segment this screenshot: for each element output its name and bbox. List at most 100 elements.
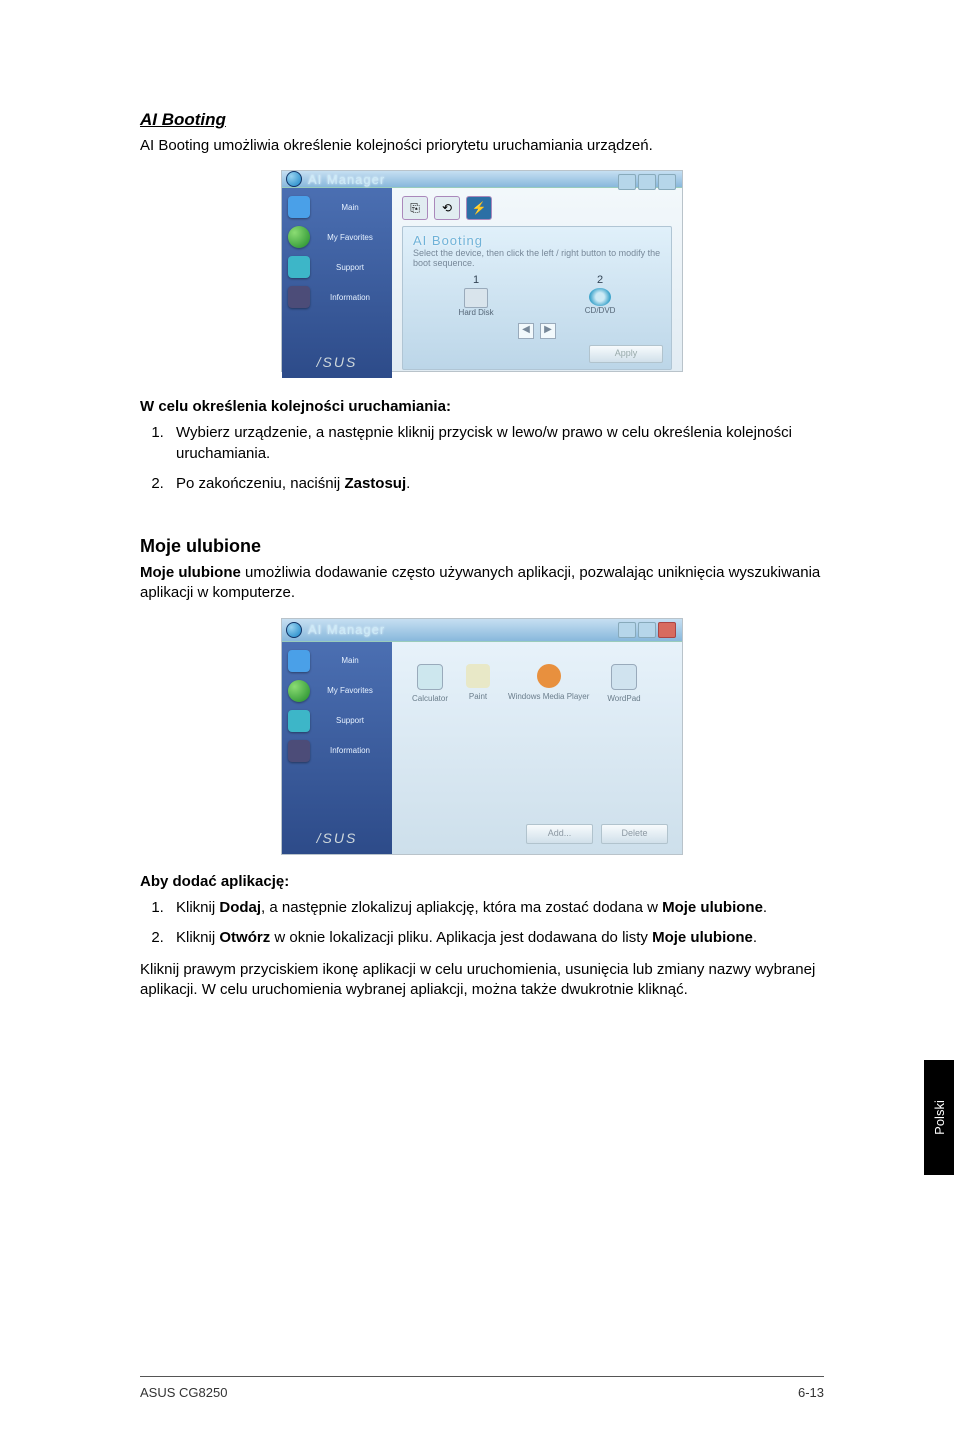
panel-desc: Select the device, then click the left /… (413, 248, 661, 268)
close-icon (658, 622, 676, 638)
app-label-1: Paint (469, 692, 487, 701)
section2-subheading: Aby dodać aplikację: (140, 873, 824, 890)
device-row: 1 Hard Disk 2 CD/DVD (413, 274, 661, 317)
s2-step2-e: . (753, 929, 757, 946)
sidebar-item-information: Information (314, 746, 386, 755)
device-2: 2 CD/DVD (585, 274, 616, 317)
app-label-0: Calculator (412, 694, 448, 703)
harddisk-icon (464, 288, 488, 308)
section2-step2: Kliknij Otwórz w oknie lokalizacji pliku… (168, 928, 824, 948)
language-label: Polski (932, 1100, 947, 1135)
section1-step1: Wybierz urządzenie, a następnie kliknij … (168, 423, 824, 464)
sidebar-info-icon (288, 740, 310, 762)
wordpad-icon (611, 664, 637, 690)
s2-step1-e: . (763, 899, 767, 916)
panel-title: AI Booting (413, 233, 661, 248)
sidebar-item-support: Support (314, 263, 386, 272)
s2-step1-b: Dodaj (219, 899, 261, 916)
media-player-icon (537, 664, 561, 688)
s2-step2-c: w oknie lokalizacji pliku. Aplikacja jes… (270, 929, 652, 946)
delete-button: Delete (601, 824, 668, 844)
sidebar-item-favorites: My Favorites (314, 686, 386, 695)
section2-title: Moje ulubione (140, 536, 824, 557)
sidebar-support-icon (288, 256, 310, 278)
tool-btn-1: ⎘ (402, 196, 428, 220)
sidebar-favorites-icon (288, 680, 310, 702)
figure2-main: Calculator Paint Windows Media Player Wo… (392, 642, 682, 854)
section1-subheading: W celu określenia kolejności uruchamiani… (140, 398, 824, 415)
app-calculator: Calculator (412, 664, 448, 703)
left-arrow-icon: ◀ (518, 323, 534, 339)
figure2-button-row: Add... Delete (526, 824, 668, 844)
device-2-num: 2 (597, 274, 603, 286)
add-button: Add... (526, 824, 593, 844)
minimize-icon (618, 622, 636, 638)
s2-step2-b: Otwórz (219, 929, 270, 946)
figure2-sidebar: Main My Favorites Support Information /S… (282, 642, 392, 854)
s2-step1-d: Moje ulubione (662, 899, 763, 916)
right-arrow-icon: ▶ (540, 323, 556, 339)
pager: ◀ ▶ (413, 323, 661, 339)
page-footer: ASUS CG8250 6-13 (140, 1376, 824, 1400)
app-paint: Paint (466, 664, 490, 703)
device-2-label: CD/DVD (585, 306, 616, 315)
section1-steps: Wybierz urządzenie, a następnie kliknij … (140, 423, 824, 494)
section1-intro: AI Booting umożliwia określenie kolejnoś… (140, 136, 824, 156)
s2-step2-d: Moje ulubione (652, 929, 753, 946)
device-1-label: Hard Disk (459, 308, 494, 317)
app-logo-icon (286, 171, 302, 187)
apply-button: Apply (589, 345, 663, 363)
sidebar-support-icon (288, 710, 310, 732)
s2-step2-a: Kliknij (176, 929, 219, 946)
window-controls (618, 622, 676, 638)
device-1-num: 1 (473, 274, 479, 286)
s1-step2-b: Zastosuj (344, 475, 406, 492)
toolbar: ⎘ ⟲ ⚡ (402, 196, 672, 220)
footer-right: 6-13 (798, 1385, 824, 1400)
s2-intro-a: Moje ulubione (140, 564, 241, 581)
device-1: 1 Hard Disk (459, 274, 494, 317)
app-label-3: WordPad (607, 694, 640, 703)
section1-step2: Po zakończeniu, naciśnij Zastosuj. (168, 474, 824, 494)
brand-text: /SUS (317, 346, 358, 378)
section2-step1: Kliknij Dodaj, a następnie zlokalizuj ap… (168, 898, 824, 918)
figure2-titlebar: AI Manager (282, 619, 682, 642)
figure2-title: AI Manager (308, 622, 385, 637)
sidebar-item-main: Main (314, 656, 386, 665)
section1-title: AI Booting (140, 110, 824, 130)
boot-panel: AI Booting Select the device, then click… (402, 226, 672, 370)
s1-step2-c: . (406, 475, 410, 492)
paint-icon (466, 664, 490, 688)
sidebar-item-favorites: My Favorites (314, 233, 386, 242)
app-wmp: Windows Media Player (508, 664, 589, 703)
section2-outro: Kliknij prawym przyciskiem ikonę aplikac… (140, 960, 824, 1001)
apps-row: Calculator Paint Windows Media Player Wo… (402, 650, 672, 717)
language-tab: Polski (924, 1060, 954, 1175)
sidebar-favorites-icon (288, 226, 310, 248)
brand-text: /SUS (317, 822, 358, 854)
calculator-icon (417, 664, 443, 690)
s2-step1-c: , a następnie zlokalizuj apliakcję, któr… (261, 899, 662, 916)
figure1-title: AI Manager (308, 172, 385, 187)
tool-btn-3: ⚡ (466, 196, 492, 220)
section2-intro: Moje ulubione umożliwia dodawanie często… (140, 563, 824, 604)
maximize-icon (638, 622, 656, 638)
sidebar-item-support: Support (314, 716, 386, 725)
figure1-sidebar: Main My Favorites Support Information /S… (282, 188, 392, 378)
figure1-titlebar: AI Manager (282, 171, 682, 188)
dvd-icon (589, 288, 611, 306)
tool-btn-2: ⟲ (434, 196, 460, 220)
figure-my-favorites: AI Manager Main My Favorites Support Inf… (281, 618, 683, 855)
s1-step2-a: Po zakończeniu, naciśnij (176, 475, 344, 492)
figure-ai-booting: AI Manager Main My Favorites Support Inf… (281, 170, 683, 372)
section2-steps: Kliknij Dodaj, a następnie zlokalizuj ap… (140, 898, 824, 949)
figure1-main: ⎘ ⟲ ⚡ AI Booting Select the device, then… (392, 188, 682, 378)
document-page: AI Booting AI Booting umożliwia określen… (0, 0, 954, 1438)
app-label-2: Windows Media Player (508, 692, 589, 701)
sidebar-item-main: Main (314, 203, 386, 212)
app-logo-icon (286, 622, 302, 638)
sidebar-info-icon (288, 286, 310, 308)
s2-step1-a: Kliknij (176, 899, 219, 916)
app-wordpad: WordPad (607, 664, 640, 703)
sidebar-main-icon (288, 196, 310, 218)
